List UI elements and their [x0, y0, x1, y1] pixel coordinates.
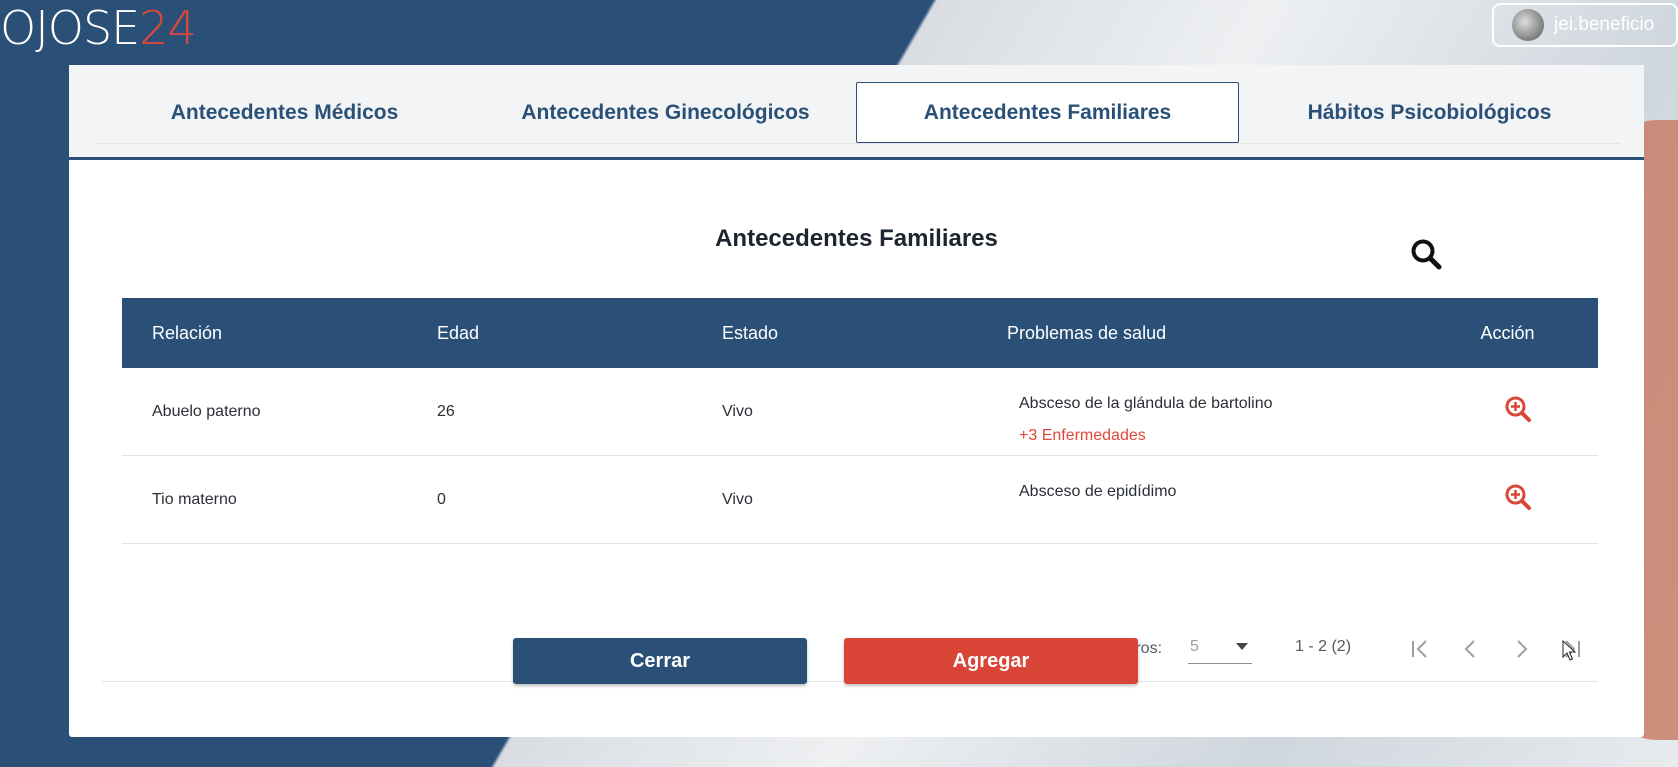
tab-habitos-psicobiologicos[interactable]: Hábitos Psicobiológicos: [1239, 82, 1620, 143]
avatar: [1512, 9, 1544, 41]
prev-page-button[interactable]: [1457, 635, 1485, 663]
first-page-icon: [1412, 640, 1427, 658]
chevron-down-icon: [1236, 643, 1248, 650]
page-size-select[interactable]: 5: [1188, 638, 1252, 664]
search-button[interactable]: [1409, 237, 1443, 271]
tab-antecedentes-medicos[interactable]: Antecedentes Médicos: [94, 82, 475, 143]
mouse-cursor-icon: [1562, 640, 1577, 661]
cell-problemas: Absceso de la glándula de bartolino +3 E…: [977, 368, 1417, 452]
page-size-value: 5: [1190, 638, 1199, 655]
page-range: 1 - 2 (2): [1295, 638, 1352, 655]
header-relacion[interactable]: Relación: [122, 323, 407, 344]
cell-problemas: Absceso de epidídimo: [977, 456, 1417, 508]
cell-estado: Vivo: [722, 490, 753, 508]
cell-relacion: Abuelo paterno: [152, 402, 261, 420]
cell-relacion: Tio materno: [152, 490, 237, 508]
tabs-bar: Antecedentes Médicos Antecedentes Gineco…: [69, 65, 1644, 160]
cell-edad: 26: [437, 402, 455, 420]
prev-page-icon: [1464, 640, 1475, 658]
header-edad[interactable]: Edad: [407, 323, 692, 344]
tab-antecedentes-ginecologicos[interactable]: Antecedentes Ginecológicos: [475, 82, 856, 143]
add-button[interactable]: Agregar: [844, 638, 1138, 684]
more-diseases-link[interactable]: +3 Enfermedades: [1019, 420, 1417, 452]
family-history-table: Relación Edad Estado Problemas de salud …: [122, 298, 1598, 544]
header-accion: Acción: [1480, 322, 1535, 343]
user-name: jei.beneficio: [1554, 14, 1655, 35]
main-card: Antecedentes Médicos Antecedentes Gineco…: [69, 65, 1644, 737]
problem-name: Absceso de la glándula de bartolino: [1019, 395, 1273, 412]
first-page-button[interactable]: [1407, 635, 1435, 663]
cell-edad: 0: [437, 490, 446, 508]
table-row: Tio materno 0 Vivo Absceso de epidídimo: [122, 456, 1598, 544]
next-page-button[interactable]: [1507, 635, 1535, 663]
section-title: Antecedentes Familiares: [715, 225, 998, 252]
cell-estado: Vivo: [722, 402, 753, 420]
view-details-button[interactable]: [1504, 483, 1532, 511]
header-estado[interactable]: Estado: [692, 323, 977, 344]
zoom-in-icon: [1505, 484, 1531, 510]
close-button[interactable]: Cerrar: [513, 638, 807, 684]
cell-accion: [1417, 483, 1598, 516]
tab-list: Antecedentes Médicos Antecedentes Gineco…: [94, 82, 1620, 144]
logo: OJOSE24: [0, 0, 197, 56]
search-icon: [1411, 239, 1442, 270]
header-problemas-de-salud[interactable]: Problemas de salud: [977, 323, 1417, 344]
table-row: Abuelo paterno 26 Vivo Absceso de la glá…: [122, 368, 1598, 456]
logo-accent: 24: [139, 1, 197, 55]
zoom-in-icon: [1505, 396, 1531, 422]
logo-main: OJOSE: [0, 1, 140, 55]
next-page-icon: [1517, 640, 1528, 658]
cell-accion: [1417, 395, 1598, 428]
user-menu-button[interactable]: jei.beneficio: [1492, 3, 1678, 47]
view-details-button[interactable]: [1504, 395, 1532, 423]
table-header: Relación Edad Estado Problemas de salud …: [122, 298, 1598, 368]
problem-name: Absceso de epidídimo: [1019, 483, 1177, 500]
tab-antecedentes-familiares[interactable]: Antecedentes Familiares: [856, 82, 1239, 143]
